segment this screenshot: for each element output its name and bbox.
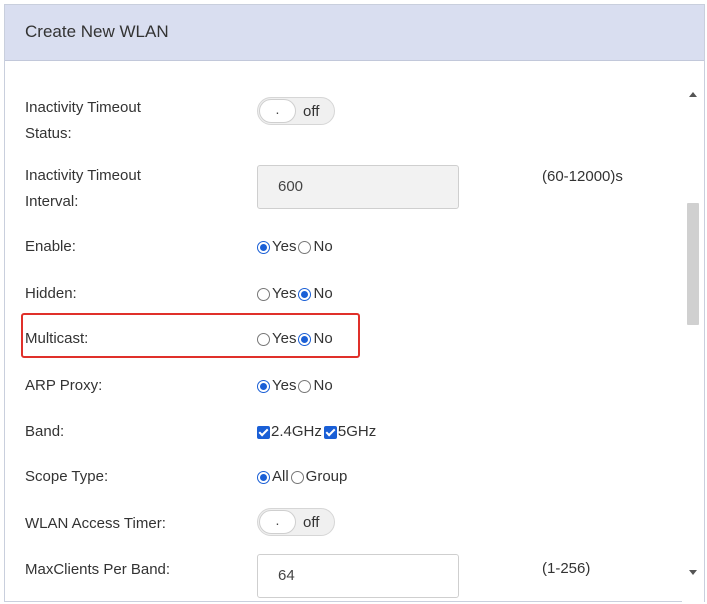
toggle-state: off [303,514,320,531]
band-label: Band: [25,423,65,440]
hidden-no-option[interactable]: No [298,284,333,304]
multicast-no-label: No [313,330,333,347]
max-clients-input[interactable]: 64 [257,554,459,598]
enable-no-option[interactable]: No [298,237,333,257]
multicast-no-option[interactable]: No [298,329,333,349]
checkbox-checked-icon [257,425,270,439]
max-clients-range: (1-256) [542,560,591,577]
enable-yes-option[interactable]: Yes [257,237,296,257]
access-timer-control: . off [257,508,335,536]
multicast-radio-group: Yes No [257,329,335,349]
max-clients-control: 64 [257,554,459,598]
scroll-down-arrow-icon[interactable] [689,570,697,575]
arp-proxy-no-label: No [313,377,333,394]
form-content: Inactivity Timeout Status: . off Inactiv… [5,62,681,602]
hidden-radio-group: Yes No [257,284,335,304]
create-wlan-dialog: Create New WLAN Inactivity Timeout Statu… [4,4,705,602]
enable-label: Enable: [25,238,76,255]
max-clients-label: MaxClients Per Band: [25,561,171,578]
radio-unselected-icon [257,332,270,346]
scope-group-option[interactable]: Group [290,467,348,487]
inactivity-interval-label-line1: Inactivity Timeout [25,167,141,184]
hidden-no-label: No [313,285,333,302]
toggle-knob: . [259,510,296,534]
checkbox-checked-icon [323,425,337,439]
radio-unselected-icon [298,240,312,254]
radio-selected-icon [298,332,312,346]
enable-radio-group: Yes No [257,237,335,257]
enable-yes-label: Yes [272,238,297,255]
radio-selected-icon [257,240,270,254]
multicast-label: Multicast: [25,330,89,347]
inactivity-status-label-line2: Status: [25,125,72,142]
inactivity-status-label-line1: Inactivity Timeout [25,99,141,116]
inactivity-status-control: . off [257,97,335,125]
arp-proxy-yes-label: Yes [272,377,297,394]
inactivity-interval-input[interactable]: 600 [257,165,459,209]
scope-all-option[interactable]: All [257,467,289,487]
band-5ghz-label: 5GHz [337,423,377,440]
dialog-header: Create New WLAN [5,5,704,61]
radio-selected-icon [257,470,270,484]
radio-unselected-icon [298,379,312,393]
scope-all-label: All [272,468,289,485]
radio-selected-icon [298,287,312,301]
hidden-yes-label: Yes [272,285,297,302]
access-timer-toggle[interactable]: . off [257,508,335,536]
scope-type-radio-group: All Group [257,467,349,487]
inactivity-interval-control: 600 [257,165,459,209]
scroll-up-arrow-icon[interactable] [689,92,697,97]
band-24ghz-option[interactable]: 2.4GHz [257,422,322,442]
scope-group-label: Group [305,468,348,485]
access-timer-label: WLAN Access Timer: [25,515,166,532]
arp-proxy-label: ARP Proxy: [25,377,103,394]
multicast-yes-option[interactable]: Yes [257,329,296,349]
toggle-state: off [303,103,320,120]
toggle-knob: . [259,99,296,123]
inactivity-status-toggle[interactable]: . off [257,97,335,125]
dialog-title: Create New WLAN [25,22,169,41]
multicast-yes-label: Yes [272,330,297,347]
scrollbar-thumb[interactable] [687,203,699,325]
arp-proxy-yes-option[interactable]: Yes [257,376,296,396]
inactivity-interval-range: (60-12000)s [542,168,623,185]
arp-proxy-no-option[interactable]: No [298,376,333,396]
arp-proxy-radio-group: Yes No [257,376,335,396]
vertical-scrollbar[interactable] [682,62,704,602]
hidden-yes-option[interactable]: Yes [257,284,296,304]
radio-unselected-icon [257,287,270,301]
inactivity-interval-label-line2: Interval: [25,193,79,210]
enable-no-label: No [313,238,333,255]
radio-selected-icon [257,379,270,393]
radio-unselected-icon [290,470,304,484]
band-24ghz-label: 2.4GHz [271,423,322,440]
scope-type-label: Scope Type: [25,468,109,485]
hidden-label: Hidden: [25,285,77,302]
band-5ghz-option[interactable]: 5GHz [323,422,377,442]
band-checkbox-group: 2.4GHz 5GHz [257,422,378,442]
